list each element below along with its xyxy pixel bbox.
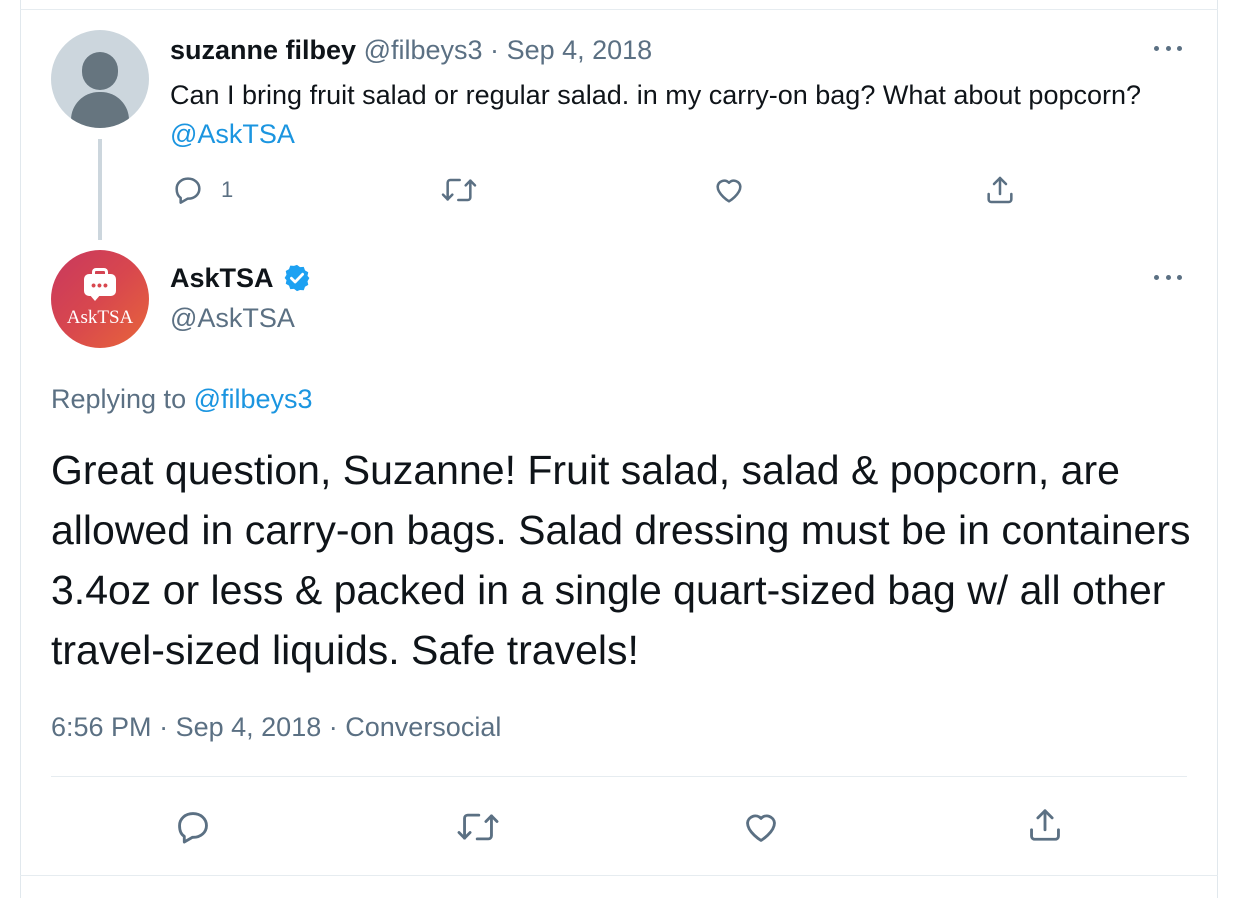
bottom-divider xyxy=(20,875,1218,876)
reply-author-name[interactable]: suzanne filbey xyxy=(170,35,356,65)
main-tweet-like-button[interactable] xyxy=(741,808,781,846)
reply-tweet-text: Can I bring fruit salad or regular salad… xyxy=(170,76,1150,154)
asktsa-avatar[interactable]: ••• AskTSA xyxy=(51,250,149,348)
reply-tweet-reply-button[interactable]: 1 xyxy=(172,174,233,206)
main-tweet-time[interactable]: 6:56 PM xyxy=(51,712,152,742)
default-avatar-body-icon xyxy=(71,92,129,128)
main-tweet-share-button[interactable] xyxy=(1026,806,1064,844)
chat-tail-icon xyxy=(89,294,101,301)
like-icon xyxy=(746,814,776,842)
main-author-name[interactable]: AskTSA xyxy=(170,261,274,295)
reply-author-handle[interactable]: @filbeys3 xyxy=(364,35,483,65)
main-author-handle[interactable]: @AskTSA xyxy=(170,301,295,335)
retweet-icon xyxy=(457,813,499,841)
reply-tweet-date[interactable]: Sep 4, 2018 xyxy=(507,35,653,65)
replying-to-line: Replying to @filbeys3 xyxy=(51,382,313,416)
reply-icon xyxy=(175,177,201,204)
retweet-icon xyxy=(441,178,477,202)
meta-separator-2: · xyxy=(328,712,338,742)
default-avatar-head-icon xyxy=(82,52,118,90)
reply-tweet-body: Can I bring fruit salad or regular salad… xyxy=(170,80,1142,110)
reply-tweet-header: suzanne filbey @filbeys3 · Sep 4, 2018 xyxy=(170,34,652,66)
suzanne-avatar[interactable] xyxy=(51,30,149,128)
reply-tweet-retweet-button[interactable] xyxy=(441,174,477,206)
main-tweet-divider xyxy=(51,776,1187,777)
like-icon xyxy=(716,179,742,203)
main-tweet-text: Great question, Suzanne! Fruit salad, sa… xyxy=(51,447,1191,673)
thread-connector-line xyxy=(98,139,102,240)
header-separator: · xyxy=(490,35,500,65)
main-tweet-meta: 6:56 PM · Sep 4, 2018 · Conversocial xyxy=(51,710,501,744)
main-tweet-reply-button[interactable] xyxy=(174,808,212,846)
main-tweet-source[interactable]: Conversocial xyxy=(345,712,501,742)
main-more-icon[interactable] xyxy=(1148,267,1188,287)
main-tweet-date[interactable]: Sep 4, 2018 xyxy=(176,712,322,742)
main-author-name-row: AskTSA xyxy=(170,261,312,295)
avatar-logo-text: AskTSA xyxy=(66,307,134,328)
top-divider xyxy=(20,9,1218,10)
reply-count: 1 xyxy=(221,177,234,202)
replying-prefix: Replying to xyxy=(51,384,187,414)
reply-more-icon[interactable] xyxy=(1148,38,1188,58)
reply-tweet-share-button[interactable] xyxy=(984,174,1016,206)
share-icon xyxy=(987,176,1013,204)
verified-badge-icon xyxy=(284,264,309,292)
meta-separator-1: · xyxy=(159,712,169,742)
reply-icon xyxy=(178,812,208,844)
chat-dots-icon: ••• xyxy=(91,277,109,293)
replying-to-link[interactable]: @filbeys3 xyxy=(194,384,313,414)
main-tweet-retweet-button[interactable] xyxy=(456,808,500,846)
reply-mention-link[interactable]: @AskTSA xyxy=(170,119,295,149)
reply-tweet-like-button[interactable] xyxy=(712,174,746,206)
share-icon xyxy=(1030,809,1060,841)
